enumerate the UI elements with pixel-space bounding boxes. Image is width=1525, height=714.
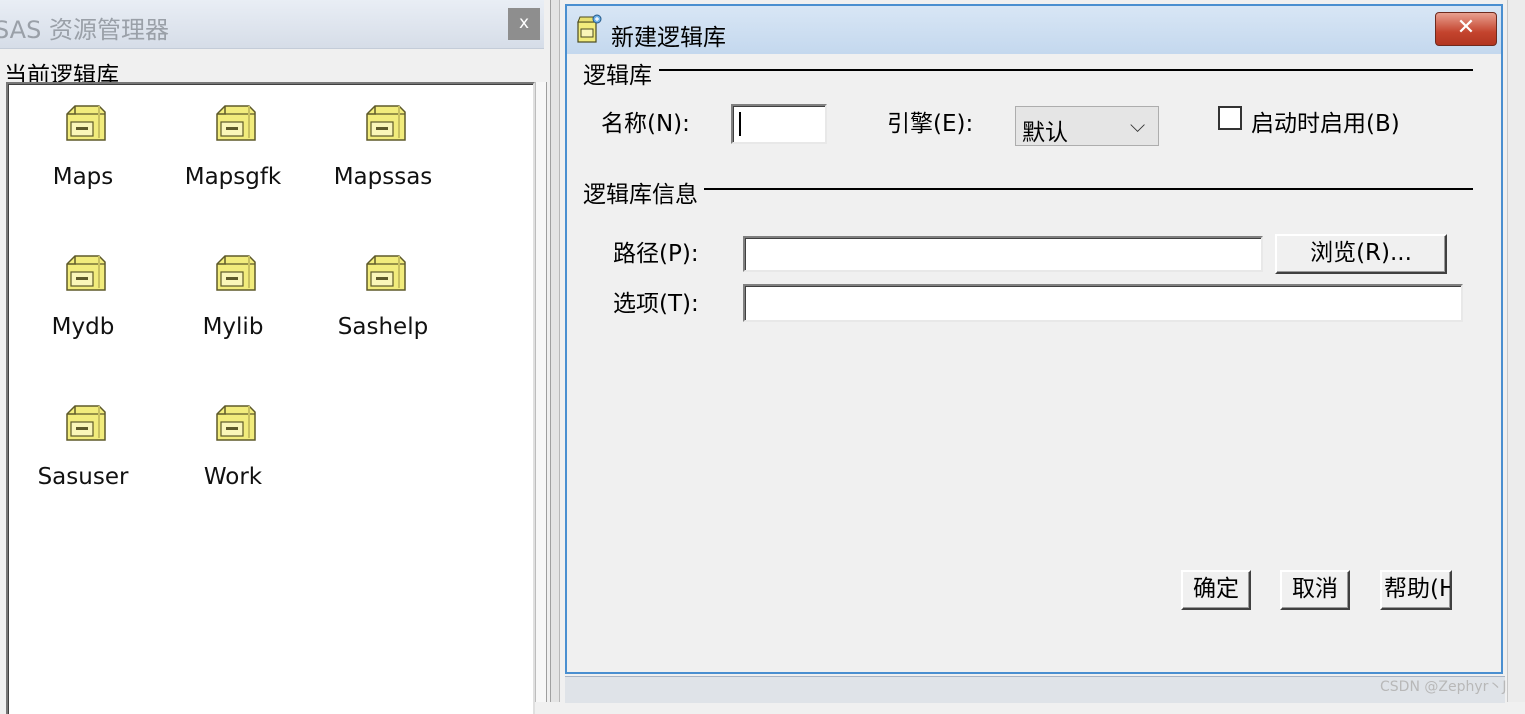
library-label: Mylib — [202, 314, 264, 340]
library-drawer-icon — [216, 405, 256, 441]
dialog-title: 新建逻辑库 — [611, 25, 726, 51]
library-label: Work — [203, 464, 263, 490]
engine-selected-value: 默认 — [1022, 120, 1068, 146]
library-label: Mapsgfk — [184, 164, 282, 190]
options-field[interactable] — [743, 284, 1463, 322]
library-info-section-title: 逻辑库信息 — [583, 175, 704, 209]
dialog-close-button[interactable]: ✕ — [1435, 12, 1497, 46]
library-drawer-icon — [66, 405, 106, 441]
library-item-mapssas[interactable]: Mapssas — [308, 84, 458, 194]
library-drawer-icon — [366, 105, 406, 141]
autostart-checkbox[interactable] — [1218, 106, 1242, 130]
library-drawer-icon — [216, 255, 256, 291]
background-window-edge — [1507, 0, 1525, 702]
library-section-title: 逻辑库 — [583, 56, 658, 90]
text-caret — [739, 112, 741, 136]
library-drawer-icon — [66, 105, 106, 141]
library-item-maps[interactable]: Maps — [8, 84, 158, 194]
autostart-label[interactable]: 启动时启用(B) — [1251, 104, 1400, 138]
new-library-dialog: 新建逻辑库 ✕ 逻辑库 名称(N): 引擎(E): 默认 ⌵ 启动时启用(B) … — [565, 4, 1503, 674]
cancel-button[interactable]: 取消 — [1280, 570, 1350, 610]
explorer-titlebar: SAS 资源管理器 x — [0, 0, 544, 49]
watermark: CSDN @Zephyr丶J — [1380, 679, 1507, 695]
explorer-title: SAS 资源管理器 — [0, 16, 169, 44]
explorer-panel: SAS 资源管理器 x 当前逻辑库 Maps Mapsgfk Mapssas M… — [0, 0, 548, 714]
options-input[interactable] — [749, 288, 1457, 318]
library-item-sasuser[interactable]: Sasuser — [8, 384, 158, 494]
background-window-strip — [565, 676, 1505, 703]
section-divider — [703, 188, 1473, 190]
explorer-scrollbar[interactable] — [535, 82, 547, 702]
chevron-down-icon: ⌵ — [1130, 113, 1146, 137]
options-label: 选项(T): — [613, 291, 699, 317]
name-input[interactable] — [737, 108, 821, 140]
window-splitter[interactable] — [550, 0, 560, 702]
library-label: Sasuser — [37, 464, 129, 490]
engine-label: 引擎(E): — [887, 111, 974, 137]
browse-button[interactable]: 浏览(R)... — [1275, 234, 1447, 274]
library-app-icon — [577, 14, 602, 43]
name-label: 名称(N): — [601, 111, 690, 137]
dialog-titlebar[interactable]: 新建逻辑库 ✕ — [567, 6, 1501, 54]
library-drawer-icon — [366, 255, 406, 291]
path-input[interactable] — [749, 240, 1257, 268]
library-item-sashelp[interactable]: Sashelp — [308, 234, 458, 344]
help-button[interactable]: 帮助(H) — [1380, 570, 1452, 610]
library-label: Maps — [52, 164, 114, 190]
library-label: Sashelp — [337, 314, 429, 340]
section-divider — [659, 69, 1473, 71]
library-label: Mydb — [51, 314, 115, 340]
library-label: Mapssas — [333, 164, 433, 190]
path-field[interactable] — [743, 236, 1263, 272]
engine-select[interactable]: 默认 ⌵ — [1015, 106, 1159, 146]
library-item-mylib[interactable]: Mylib — [158, 234, 308, 344]
explorer-close-button[interactable]: x — [508, 8, 540, 40]
name-field[interactable] — [731, 104, 827, 144]
library-item-mapsgfk[interactable]: Mapsgfk — [158, 84, 308, 194]
ok-button[interactable]: 确定 — [1181, 570, 1251, 610]
library-list[interactable]: Maps Mapsgfk Mapssas Mydb Mylib Sashelp … — [6, 82, 535, 714]
path-label: 路径(P): — [613, 241, 699, 267]
library-item-work[interactable]: Work — [158, 384, 308, 494]
library-drawer-icon — [216, 105, 256, 141]
library-drawer-icon — [66, 255, 106, 291]
library-item-mydb[interactable]: Mydb — [8, 234, 158, 344]
